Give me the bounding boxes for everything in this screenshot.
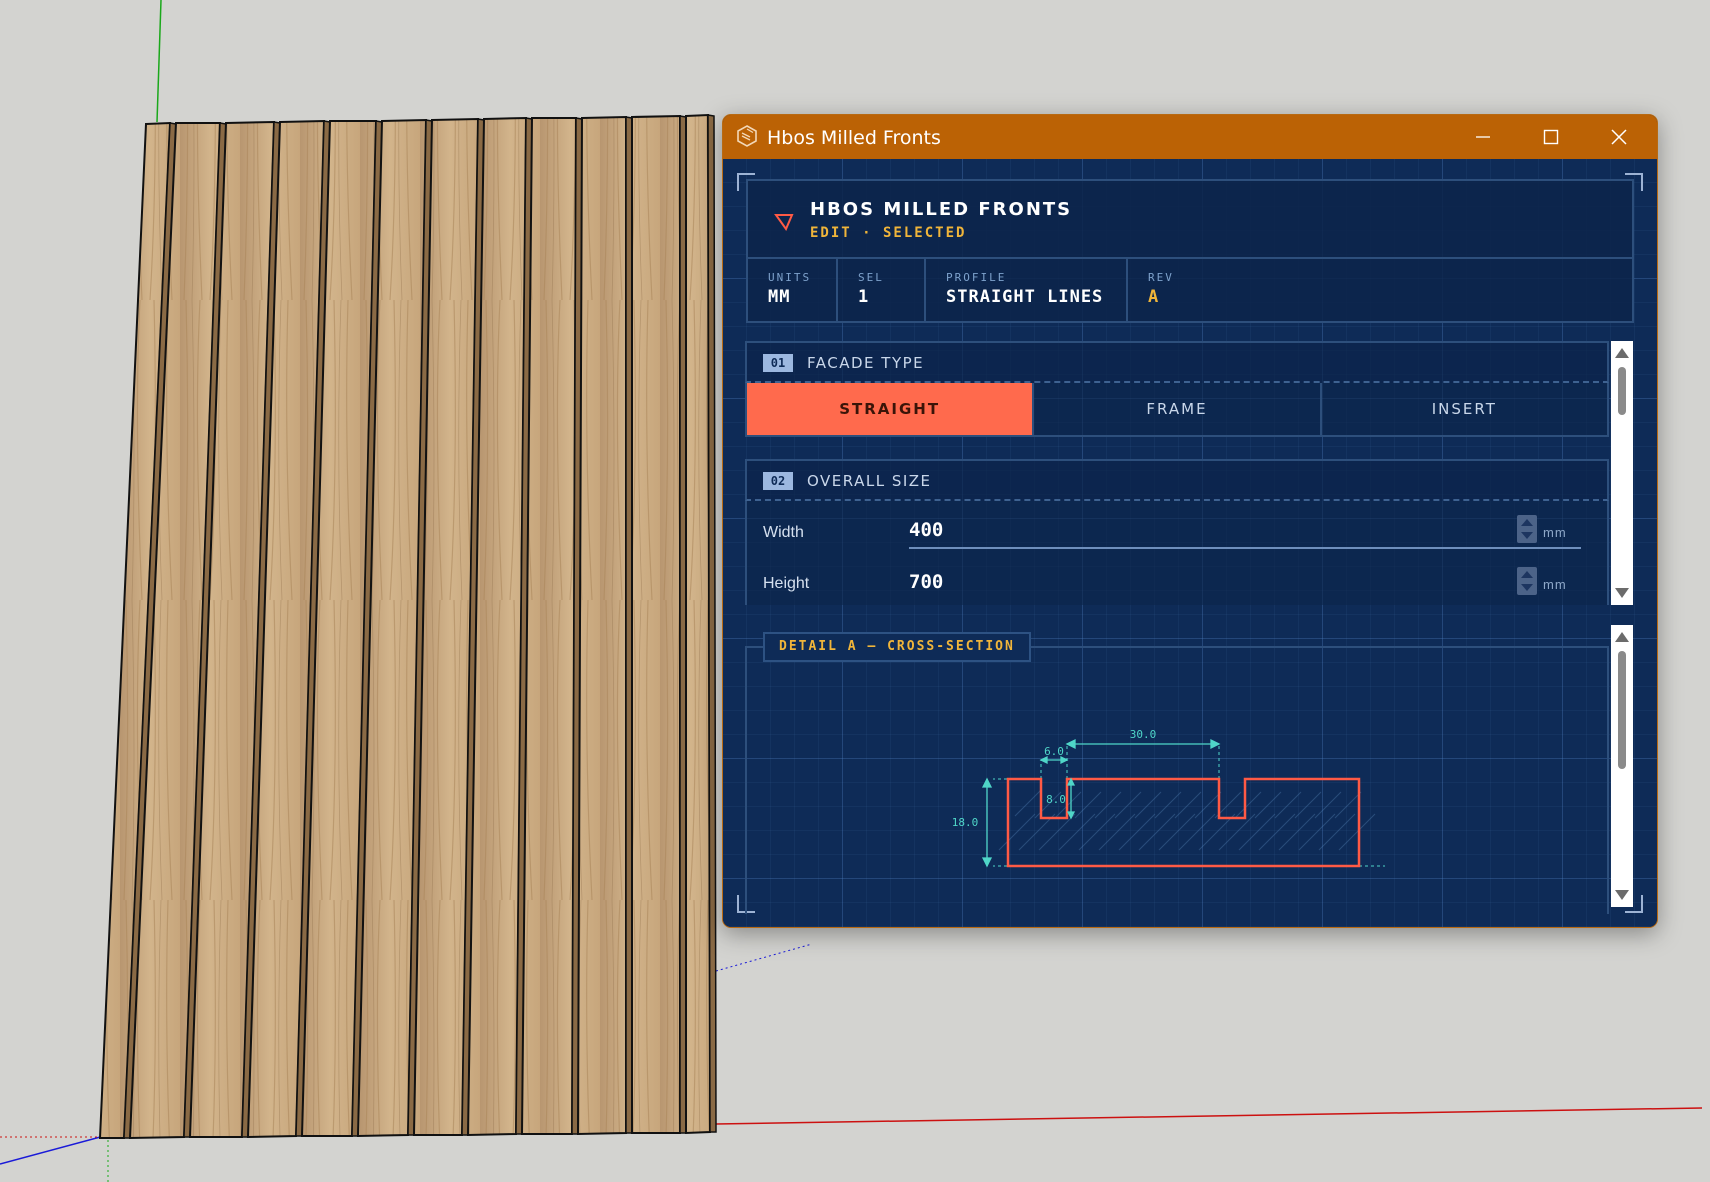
stepper-down-icon[interactable] [1521, 532, 1533, 539]
panel-slat [685, 113, 712, 1135]
blue-axis [0, 1135, 105, 1165]
stepper-up-icon[interactable] [1521, 519, 1533, 526]
scroll-thumb[interactable] [1618, 367, 1626, 415]
height-stepper[interactable] [1517, 567, 1537, 595]
triangle-marker-icon [774, 214, 794, 231]
window-title: Hbos Milled Fronts [767, 127, 941, 149]
panel-slat [520, 117, 578, 1135]
height-label: Height [763, 575, 810, 592]
meta-label: UNITS [768, 271, 812, 284]
section-overall-size: 02 OVERALL SIZE [745, 459, 1609, 501]
meta-value: MM [768, 287, 791, 307]
plugin-window: Hbos Milled Fronts HBOS MILLED FRONTS ED… [722, 114, 1658, 928]
plugin-content: HBOS MILLED FRONTS EDIT · SELECTED UNITS… [723, 159, 1657, 927]
red-axis [715, 1107, 1703, 1125]
maximize-icon [1543, 129, 1559, 145]
detail-scrollbar[interactable] [1611, 625, 1633, 907]
settings-scroll-panel[interactable]: 01 FACADE TYPE STRAIGHT FRAME INSERT 02 … [745, 341, 1609, 605]
width-stepper[interactable] [1517, 515, 1537, 543]
plugin-header: HBOS MILLED FRONTS EDIT · SELECTED UNITS… [746, 179, 1634, 323]
meta-revision: REV A [1128, 259, 1632, 321]
width-unit: mm [1543, 525, 1567, 540]
green-axis [156, 0, 162, 123]
width-label: Width [763, 524, 804, 541]
meta-label: REV [1148, 271, 1174, 284]
header-title: HBOS MILLED FRONTS [810, 199, 1073, 220]
meta-label: PROFILE [946, 271, 1007, 284]
facade-straight-button[interactable]: STRAIGHT [747, 383, 1035, 435]
section-title: FACADE TYPE [807, 354, 925, 372]
scroll-up-icon[interactable] [1615, 348, 1629, 358]
section-number: 01 [763, 354, 793, 372]
minimize-button[interactable] [1449, 115, 1517, 159]
width-input[interactable] [909, 513, 1581, 549]
detail-title: DETAIL A — CROSS-SECTION [763, 632, 1031, 662]
panel-slat [576, 115, 627, 1136]
height-input[interactable] [909, 564, 1581, 600]
meta-strip: UNITS MM SEL 1 PROFILE STRAIGHT LINES RE… [748, 257, 1632, 321]
dim-thickness-label: 18.0 [952, 816, 979, 829]
window-titlebar[interactable]: Hbos Milled Fronts [723, 115, 1657, 159]
panel-slat [631, 114, 681, 1134]
meta-selection: SEL 1 [838, 259, 926, 321]
dim-groove-depth-label: 8.0 [1046, 793, 1066, 806]
sketchup-app-icon [737, 125, 757, 147]
cross-section-detail: 30.0 6.0 8.0 18.0 DETAIL A — CROSS-SECTI… [745, 632, 1609, 914]
meta-profile: PROFILE STRAIGHT LINES [926, 259, 1128, 321]
minimize-icon [1476, 136, 1490, 138]
meta-value: STRAIGHT LINES [946, 287, 1104, 307]
section-title: OVERALL SIZE [807, 472, 932, 490]
scroll-down-icon[interactable] [1615, 890, 1629, 900]
size-fields: Width mm Height mm [745, 501, 1609, 605]
section-facade-type: 01 FACADE TYPE [745, 341, 1609, 383]
scroll-thumb[interactable] [1618, 651, 1626, 769]
meta-label: SEL [858, 271, 884, 284]
header-subtitle: EDIT · SELECTED [810, 225, 967, 241]
maximize-button[interactable] [1517, 115, 1585, 159]
close-button[interactable] [1585, 115, 1653, 159]
scroll-down-icon[interactable] [1615, 588, 1629, 598]
dim-spacing-label: 30.0 [1130, 728, 1157, 741]
meta-units: UNITS MM [748, 259, 838, 321]
cross-section-drawing: 30.0 6.0 8.0 18.0 [952, 728, 1385, 868]
settings-scrollbar[interactable] [1611, 341, 1633, 605]
section-number: 02 [763, 472, 793, 490]
stepper-down-icon[interactable] [1521, 584, 1533, 591]
dim-groove-width-label: 6.0 [1044, 745, 1064, 758]
stepper-up-icon[interactable] [1521, 571, 1533, 578]
close-icon [1611, 129, 1627, 145]
meta-value: A [1148, 287, 1160, 307]
meta-value: 1 [858, 287, 870, 307]
facade-frame-button[interactable]: FRAME [1034, 383, 1322, 435]
height-unit: mm [1543, 577, 1567, 592]
milled-panel-model [98, 113, 717, 1140]
facade-insert-button[interactable]: INSERT [1321, 383, 1607, 435]
blue-axis-dotted [715, 943, 813, 972]
scroll-up-icon[interactable] [1615, 632, 1629, 642]
facade-type-selector: STRAIGHT FRAME INSERT [745, 383, 1609, 437]
panel-groove [707, 114, 717, 1133]
